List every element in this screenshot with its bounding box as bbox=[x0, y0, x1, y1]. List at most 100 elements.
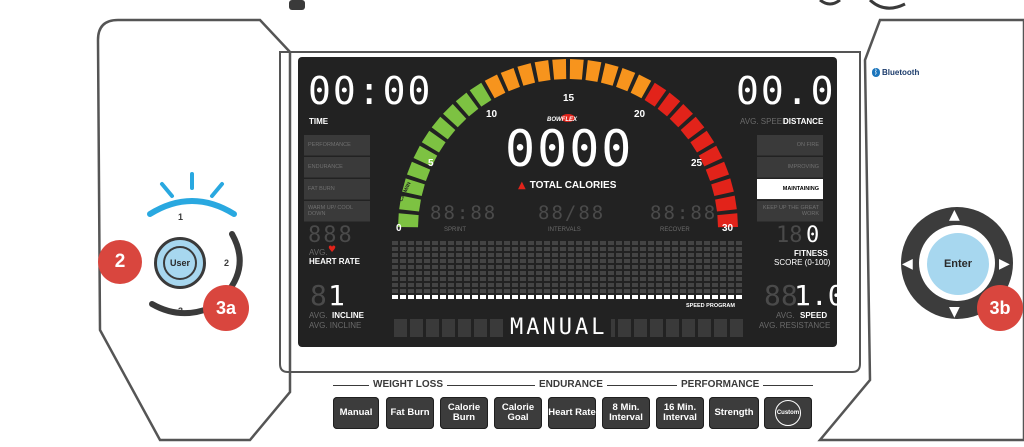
program-button-calorie-goal[interactable]: Calorie Goal bbox=[494, 397, 542, 429]
bar-grid-cell bbox=[536, 271, 542, 275]
bar-grid-cell bbox=[624, 265, 630, 269]
program-button-manual[interactable]: Manual bbox=[333, 397, 379, 429]
bar-grid-cell bbox=[416, 253, 422, 257]
bar-grid-cell bbox=[520, 247, 526, 251]
program-bar-grid bbox=[392, 241, 742, 299]
bar-grid-cell bbox=[672, 277, 678, 281]
bar-grid-cell bbox=[496, 295, 502, 299]
user-button[interactable]: User bbox=[154, 237, 206, 289]
bar-grid-cell bbox=[440, 247, 446, 251]
bar-grid-cell bbox=[712, 295, 718, 299]
bar-grid-cell bbox=[632, 259, 638, 263]
arrow-up-icon[interactable]: ▲ bbox=[949, 207, 960, 223]
bar-grid-cell bbox=[704, 241, 710, 245]
name-ghost-block bbox=[634, 319, 647, 337]
program-button-8-min-interval[interactable]: 8 Min. Interval bbox=[602, 397, 650, 429]
name-ghost-block bbox=[618, 319, 631, 337]
bar-grid-cell bbox=[688, 259, 694, 263]
bar-grid-cell bbox=[568, 253, 574, 257]
bar-grid-cell bbox=[600, 283, 606, 287]
bar-grid-cell bbox=[472, 259, 478, 263]
profile-list: PERFORMANCE ENDURANCE FAT BURN WARM UP/ … bbox=[304, 135, 370, 223]
bar-grid-cell bbox=[488, 283, 494, 287]
avg-hr-label: AVG. bbox=[309, 248, 328, 257]
program-button-fat-burn[interactable]: Fat Burn bbox=[386, 397, 434, 429]
gauge-segment bbox=[569, 59, 584, 80]
heart-rate-label: HEART RATE bbox=[309, 257, 360, 266]
bar-grid-cell bbox=[632, 247, 638, 251]
bar-grid-cell bbox=[648, 271, 654, 275]
name-ghost-block bbox=[458, 319, 471, 337]
bar-grid-cell bbox=[600, 289, 606, 293]
bar-grid-cell bbox=[520, 259, 526, 263]
program-name-row: MANUAL bbox=[394, 315, 746, 341]
arrow-right-icon[interactable]: ▶ bbox=[999, 256, 1010, 272]
bar-grid-cell bbox=[552, 253, 558, 257]
program-button-16-min-interval[interactable]: 16 Min. Interval bbox=[656, 397, 704, 429]
arrow-down-icon[interactable]: ▼ bbox=[949, 304, 960, 320]
bar-grid-cell bbox=[408, 265, 414, 269]
bar-grid-cell bbox=[456, 259, 462, 263]
bar-grid-cell bbox=[448, 247, 454, 251]
bar-grid-cell bbox=[408, 295, 414, 299]
bar-grid-cell bbox=[584, 265, 590, 269]
program-button-heart-rate[interactable]: Heart Rate bbox=[548, 397, 596, 429]
bar-grid-cell bbox=[736, 271, 742, 275]
bar-grid-cell bbox=[416, 259, 422, 263]
bar-grid-cell bbox=[640, 253, 646, 257]
gauge-segment bbox=[705, 161, 730, 181]
enter-button[interactable]: Enter bbox=[927, 233, 989, 295]
arrow-left-icon[interactable]: ◀ bbox=[902, 256, 913, 272]
bar-grid-cell bbox=[544, 277, 550, 281]
bar-grid-cell bbox=[544, 283, 550, 287]
bar-grid-cell bbox=[736, 283, 742, 287]
program-button-strength[interactable]: Strength bbox=[709, 397, 759, 429]
bar-grid-cell bbox=[424, 259, 430, 263]
bar-grid-cell bbox=[640, 289, 646, 293]
bar-grid-cell bbox=[424, 277, 430, 281]
bar-grid-cell bbox=[392, 283, 398, 287]
fitness-label: FITNESS bbox=[794, 249, 828, 258]
bar-grid-cell bbox=[552, 241, 558, 245]
bar-grid-cell bbox=[560, 295, 566, 299]
avg-speed-prefix: AVG. bbox=[776, 311, 795, 320]
bar-grid-cell bbox=[448, 241, 454, 245]
program-button-custom[interactable]: Custom bbox=[764, 397, 812, 429]
bar-grid-cell bbox=[592, 259, 598, 263]
bar-grid-cell bbox=[496, 277, 502, 281]
bar-grid-cell bbox=[416, 277, 422, 281]
bar-grid-cell bbox=[392, 241, 398, 245]
bar-grid-cell bbox=[456, 295, 462, 299]
bar-grid-cell bbox=[520, 289, 526, 293]
bar-grid-cell bbox=[712, 289, 718, 293]
bar-grid-cell bbox=[400, 271, 406, 275]
bar-grid-cell bbox=[576, 283, 582, 287]
bar-grid-cell bbox=[680, 247, 686, 251]
bar-grid-cell bbox=[456, 253, 462, 257]
program-button-calorie-burn[interactable]: Calorie Burn bbox=[440, 397, 488, 429]
bar-grid-cell bbox=[392, 295, 398, 299]
bar-grid-cell bbox=[584, 247, 590, 251]
bar-grid-cell bbox=[576, 247, 582, 251]
bar-grid-cell bbox=[488, 265, 494, 269]
gauge-segment bbox=[585, 60, 602, 82]
avg-speed-label: AVG. SPEED bbox=[740, 117, 788, 126]
bar-grid-cell bbox=[472, 271, 478, 275]
incline-value: 1 bbox=[328, 279, 347, 312]
gauge-segment bbox=[600, 63, 619, 86]
bar-grid-cell bbox=[592, 283, 598, 287]
bar-grid-cell bbox=[696, 259, 702, 263]
bar-grid-cell bbox=[480, 289, 486, 293]
bar-grid-cell bbox=[520, 241, 526, 245]
bar-grid-cell bbox=[656, 247, 662, 251]
bar-grid-cell bbox=[416, 289, 422, 293]
bar-grid-cell bbox=[736, 253, 742, 257]
bar-grid-cell bbox=[728, 241, 734, 245]
name-ghost-block bbox=[714, 319, 727, 337]
bar-grid-cell bbox=[512, 295, 518, 299]
bar-grid-cell bbox=[712, 277, 718, 281]
bar-grid-cell bbox=[608, 253, 614, 257]
bar-grid-cell bbox=[416, 265, 422, 269]
time-value: 00:00 bbox=[308, 69, 433, 113]
bar-grid-cell bbox=[688, 289, 694, 293]
